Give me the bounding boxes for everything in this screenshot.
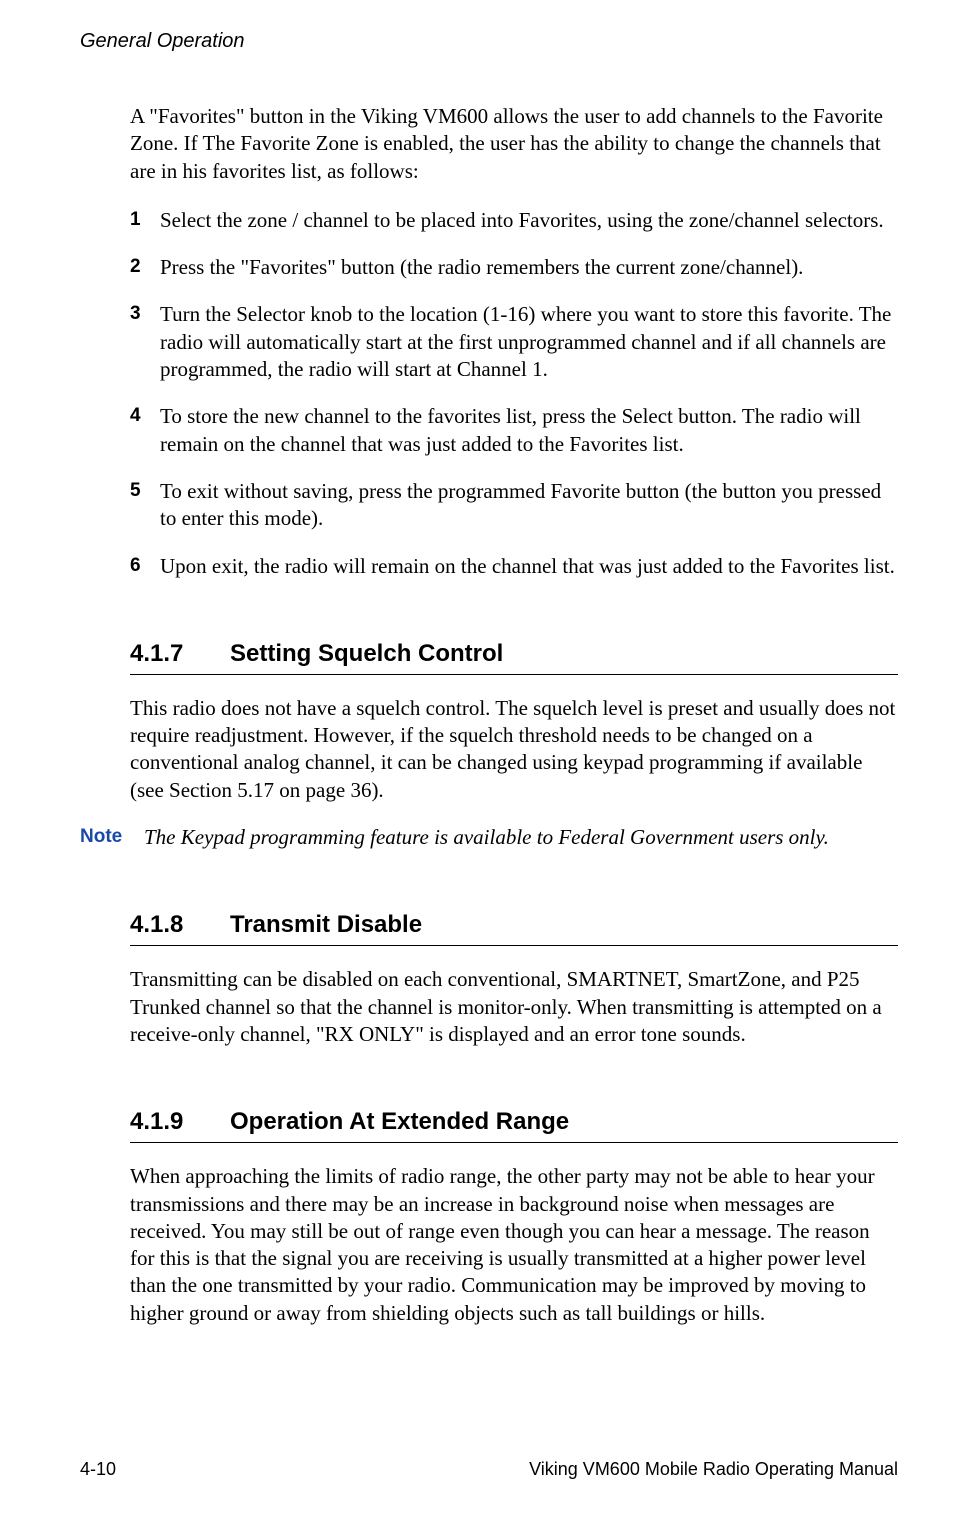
section-number: 4.1.9: [130, 1108, 230, 1136]
doc-title: Viking VM600 Mobile Radio Operating Manu…: [529, 1459, 898, 1480]
step-item: 1 Select the zone / channel to be placed…: [130, 207, 898, 234]
step-text: Turn the Selector knob to the location (…: [160, 301, 898, 383]
step-item: 5 To exit without saving, press the prog…: [130, 478, 898, 533]
step-number: 6: [130, 553, 160, 580]
content-area: A "Favorites" button in the Viking VM600…: [130, 103, 898, 1327]
step-item: 3 Turn the Selector knob to the location…: [130, 301, 898, 383]
section-body: Transmitting can be disabled on each con…: [130, 966, 898, 1048]
section-transmit-disable: 4.1.8Transmit Disable Transmitting can b…: [130, 911, 898, 1048]
step-item: 4 To store the new channel to the favori…: [130, 403, 898, 458]
section-squelch: 4.1.7Setting Squelch Control This radio …: [130, 640, 898, 851]
section-number: 4.1.8: [130, 911, 230, 939]
page-header-title: General Operation: [80, 30, 898, 53]
step-number: 3: [130, 301, 160, 383]
section-heading: 4.1.9Operation At Extended Range: [130, 1108, 898, 1143]
page-footer: 4-10 Viking VM600 Mobile Radio Operating…: [80, 1459, 898, 1480]
step-number: 2: [130, 254, 160, 281]
note-text: The Keypad programming feature is availa…: [144, 824, 898, 851]
step-number: 4: [130, 403, 160, 458]
section-title: Setting Squelch Control: [230, 640, 503, 667]
step-text: To store the new channel to the favorite…: [160, 403, 898, 458]
section-body: When approaching the limits of radio ran…: [130, 1163, 898, 1327]
note-row: Note The Keypad programming feature is a…: [80, 824, 898, 851]
section-heading: 4.1.8Transmit Disable: [130, 911, 898, 946]
section-body: This radio does not have a squelch contr…: [130, 695, 898, 804]
step-text: Press the "Favorites" button (the radio …: [160, 254, 898, 281]
section-extended-range: 4.1.9Operation At Extended Range When ap…: [130, 1108, 898, 1327]
step-number: 1: [130, 207, 160, 234]
step-number: 5: [130, 478, 160, 533]
intro-paragraph: A "Favorites" button in the Viking VM600…: [130, 103, 898, 185]
note-label: Note: [80, 824, 130, 851]
section-heading: 4.1.7Setting Squelch Control: [130, 640, 898, 675]
section-title: Operation At Extended Range: [230, 1108, 569, 1135]
section-title: Transmit Disable: [230, 911, 422, 938]
step-text: Select the zone / channel to be placed i…: [160, 207, 898, 234]
section-number: 4.1.7: [130, 640, 230, 668]
step-item: 6 Upon exit, the radio will remain on th…: [130, 553, 898, 580]
step-text: To exit without saving, press the progra…: [160, 478, 898, 533]
step-text: Upon exit, the radio will remain on the …: [160, 553, 898, 580]
page-number: 4-10: [80, 1459, 116, 1480]
step-item: 2 Press the "Favorites" button (the radi…: [130, 254, 898, 281]
